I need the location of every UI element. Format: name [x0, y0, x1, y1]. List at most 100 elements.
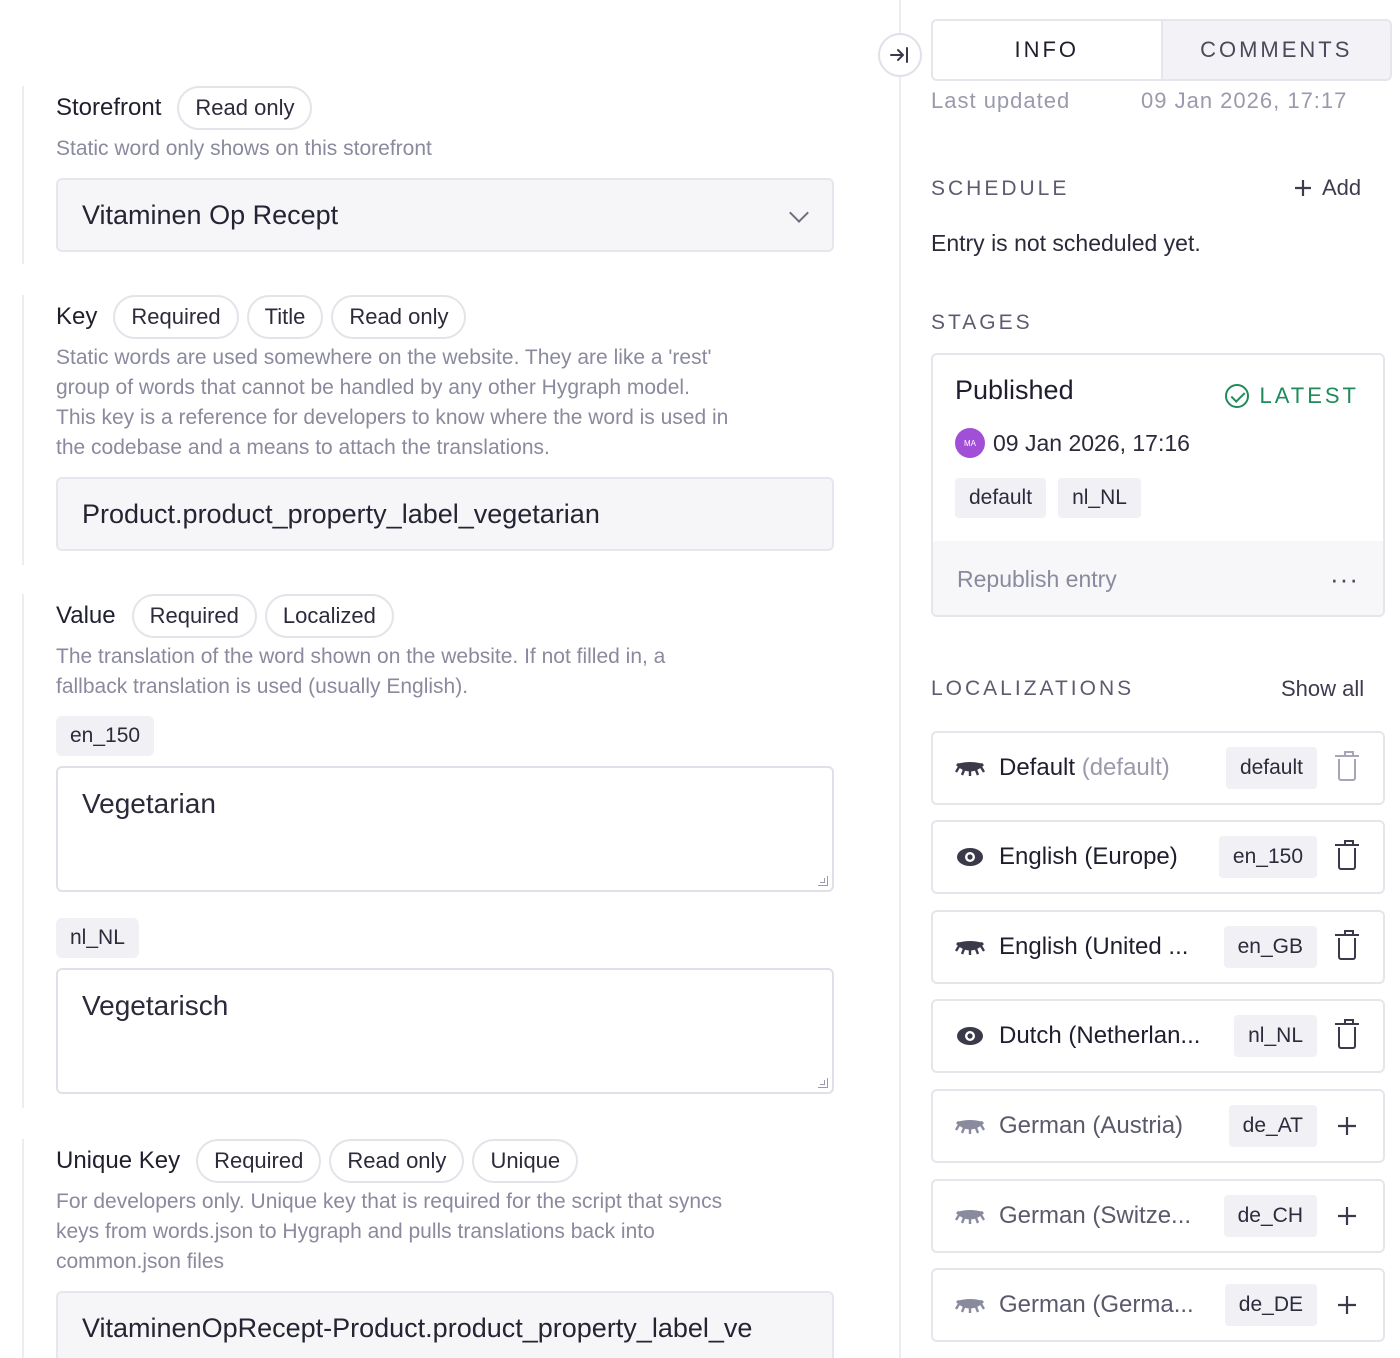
localization-row[interactable]: Dutch (Netherlan... nl_NL: [931, 999, 1385, 1073]
more-options-icon[interactable]: ···: [1330, 564, 1359, 595]
localization-label: Default: [999, 754, 1076, 781]
help-line: group of words that cannot be handled by…: [56, 376, 690, 399]
add-localization-button[interactable]: [1327, 1116, 1367, 1136]
localized-badge: Localized: [264, 594, 394, 638]
collapse-panel-button[interactable]: [878, 33, 922, 77]
localization-label: Dutch (Netherlan...: [999, 1022, 1201, 1049]
input-value: Product.product_property_label_vegetaria…: [82, 498, 600, 529]
help-line: The translation of the word shown on the…: [56, 645, 666, 668]
sidebar-tabs: INFO COMMENTS: [931, 19, 1392, 81]
delete-localization-button[interactable]: [1327, 751, 1367, 781]
trash-icon: [1335, 840, 1359, 870]
value-textarea-en-150[interactable]: Vegetarian: [56, 766, 834, 892]
avatar: MA: [955, 428, 985, 458]
required-badge: Required: [196, 1139, 322, 1183]
tab-info[interactable]: INFO: [933, 21, 1163, 79]
select-value: Vitaminen Op Recept: [82, 199, 339, 230]
localization-sub: (default): [1081, 754, 1170, 781]
field-title: Storefront: [56, 94, 162, 121]
eye-closed-icon[interactable]: [955, 1205, 985, 1227]
stage-date: 09 Jan 2026, 17:16: [993, 429, 1190, 456]
localization-row[interactable]: Default (default) default: [931, 731, 1385, 805]
resize-handle-icon[interactable]: [818, 1078, 828, 1088]
storefront-header: Storefront Read only: [56, 86, 834, 130]
stage-tag: nl_NL: [1058, 478, 1141, 518]
localization-name: English (United ...: [999, 933, 1216, 961]
key-input[interactable]: Product.product_property_label_vegetaria…: [56, 477, 834, 551]
delete-localization-button[interactable]: [1327, 1019, 1367, 1049]
help-line: fallback translation is used (usually En…: [56, 675, 469, 698]
required-badge: Required: [131, 594, 257, 638]
add-label: Add: [1322, 175, 1362, 200]
trash-icon: [1335, 930, 1359, 960]
input-value: VitaminenOpRecept-Product.product_proper…: [82, 1312, 753, 1343]
localization-row[interactable]: German (Switze... de_CH: [931, 1179, 1385, 1253]
eye-closed-icon[interactable]: [955, 1115, 985, 1137]
localization-row[interactable]: German (Germa... de_DE: [931, 1268, 1385, 1342]
localization-code: default: [1225, 747, 1317, 789]
last-updated-value: 09 Jan 2026, 17:17: [1141, 90, 1348, 112]
localization-row[interactable]: German (Austria) de_AT: [931, 1089, 1385, 1163]
collapse-right-icon: [890, 47, 908, 63]
localization-code: en_GB: [1223, 926, 1317, 968]
last-updated-row: Last updated 09 Jan 2026, 17:17: [931, 90, 1381, 112]
key-field: Key Required Title Read only Static word…: [22, 295, 834, 565]
localization-name: German (Germa...: [999, 1291, 1217, 1319]
add-localization-button[interactable]: [1327, 1206, 1367, 1226]
add-localization-button[interactable]: [1327, 1295, 1367, 1315]
tab-comments[interactable]: COMMENTS: [1163, 21, 1391, 79]
stage-tag: default: [955, 478, 1047, 518]
localization-name: Dutch (Netherlan...: [999, 1022, 1226, 1050]
value-textarea-nl-nl[interactable]: Vegetarisch: [56, 968, 834, 1094]
localization-name: German (Switze...: [999, 1202, 1216, 1230]
eye-closed-icon[interactable]: [955, 936, 985, 958]
locale-tag-en-150: en_150: [56, 716, 155, 756]
last-updated-label: Last updated: [931, 90, 1071, 112]
read-only-badge: Read only: [329, 1139, 465, 1183]
eye-closed-icon[interactable]: [955, 1294, 985, 1316]
localization-label: English (Europe): [999, 843, 1178, 870]
trash-icon: [1335, 1019, 1359, 1049]
read-only-badge: Read only: [331, 295, 467, 339]
eye-closed-icon[interactable]: [955, 757, 985, 779]
localization-name: English (Europe): [999, 843, 1211, 871]
field-help: The translation of the word shown on the…: [56, 642, 834, 702]
republish-entry-button[interactable]: Republish entry: [957, 566, 1117, 593]
stage-card-body: Published LATEST MA 09 Jan 2026, 17:16 d…: [933, 355, 1383, 541]
resize-handle-icon[interactable]: [818, 876, 828, 886]
unique-key-header: Unique Key Required Read only Unique: [56, 1139, 834, 1183]
localization-row[interactable]: English (United ... en_GB: [931, 910, 1385, 984]
localization-code: de_CH: [1223, 1195, 1317, 1237]
delete-localization-button[interactable]: [1327, 840, 1367, 870]
field-help: Static words are used somewhere on the w…: [56, 343, 834, 463]
value-header: Value Required Localized: [56, 594, 834, 638]
latest-label: LATEST: [1259, 383, 1359, 408]
field-help: For developers only. Unique key that is …: [56, 1187, 834, 1277]
storefront-select[interactable]: Vitaminen Op Recept: [56, 178, 834, 252]
add-schedule-button[interactable]: Add: [1294, 175, 1361, 201]
plus-icon: [1338, 1207, 1356, 1225]
localization-label: German (Germa...: [999, 1291, 1194, 1318]
delete-localization-button[interactable]: [1327, 930, 1367, 960]
republish-row[interactable]: Republish entry ···: [933, 541, 1383, 615]
localization-name: Default (default): [999, 754, 1218, 782]
stages-label: STAGES: [931, 311, 1033, 334]
field-title: Key: [56, 303, 98, 330]
read-only-badge: Read only: [177, 86, 313, 130]
help-line: common.json files: [56, 1250, 225, 1273]
unique-key-input[interactable]: VitaminenOpRecept-Product.product_proper…: [56, 1291, 834, 1358]
show-all-button[interactable]: Show all: [1281, 676, 1364, 702]
trash-icon: [1335, 751, 1359, 781]
localization-label: German (Switze...: [999, 1202, 1192, 1229]
value-field: Value Required Localized The translation…: [22, 594, 834, 1108]
stage-card-published: Published LATEST MA 09 Jan 2026, 17:16 d…: [931, 353, 1385, 617]
localization-row[interactable]: English (Europe) en_150: [931, 820, 1385, 894]
textarea-value: Vegetarisch: [82, 990, 229, 1021]
localization-code: de_AT: [1228, 1105, 1317, 1147]
latest-badge: LATEST: [1225, 383, 1359, 409]
locale-tag-nl-nl: nl_NL: [56, 918, 139, 958]
required-badge: Required: [113, 295, 239, 339]
eye-icon[interactable]: [955, 1025, 985, 1047]
stage-date-row: MA 09 Jan 2026, 17:16: [955, 428, 1361, 458]
eye-icon[interactable]: [955, 846, 985, 868]
